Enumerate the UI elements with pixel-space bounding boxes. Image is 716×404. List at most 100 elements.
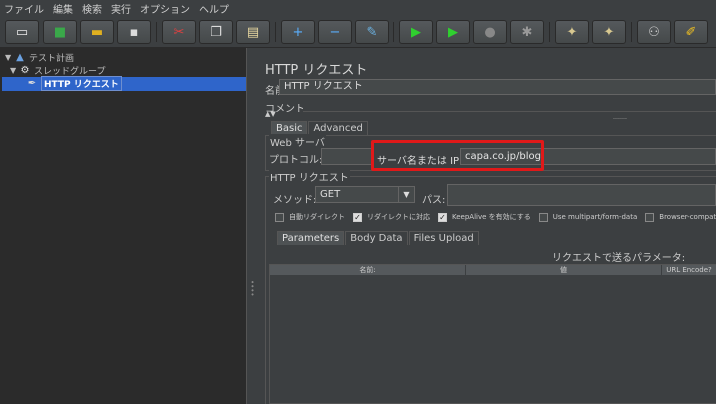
http-request-legend: HTTP リクエスト <box>269 169 350 184</box>
annotation-highlight-box <box>371 140 544 171</box>
paste-button[interactable]: ▤ <box>236 20 270 44</box>
copy-button[interactable]: ❐ <box>199 20 233 44</box>
save-icon: ▪ <box>129 24 139 40</box>
toggle-button[interactable]: ✎ <box>355 20 389 44</box>
tree-toggle-icon[interactable]: ▼ <box>5 53 14 62</box>
copy-icon: ❐ <box>210 24 222 40</box>
cut-icon: ✂ <box>173 24 185 40</box>
reset-search-button[interactable]: ✐ <box>674 20 708 44</box>
method-select[interactable]: GET ▼ <box>315 186 415 203</box>
test-plan-icon: ▲ <box>16 52 24 63</box>
option-checkbox[interactable]: Use multipart/form-data <box>538 212 638 222</box>
search-icon: ⚇ <box>648 24 660 40</box>
option-checkbox[interactable]: ✓ KeepAlive を有効にする <box>438 212 531 222</box>
path-label: パス: <box>422 195 446 206</box>
reset-search-icon: ✐ <box>685 24 697 40</box>
collapse-button[interactable]: − <box>318 20 352 44</box>
option-checkbox[interactable]: Browser-compat <box>645 212 716 222</box>
menu-search[interactable]: 検索 <box>82 1 102 16</box>
table-header: 名前: 値 URL Encode? <box>270 265 716 275</box>
tree-item-http-request[interactable]: ✒ HTTP リクエスト <box>26 76 122 91</box>
toolbar-separator <box>549 22 550 42</box>
save-button[interactable]: ▪ <box>117 20 151 44</box>
checkbox-box[interactable] <box>538 212 548 222</box>
name-input[interactable]: HTTP リクエスト <box>279 79 716 95</box>
tree-toggle-icon[interactable]: ▼ <box>10 66 19 75</box>
menu-file[interactable]: ファイル <box>4 1 44 16</box>
test-plan-tree: ▼ ▲ テスト計画 ▼ ⚙ スレッドグループ <box>0 48 247 404</box>
open-icon: ▬ <box>90 24 104 40</box>
checkmark-icon[interactable]: ✓ <box>353 212 362 222</box>
split-pane-divider[interactable]: •••• <box>247 48 256 404</box>
clear-all-button[interactable]: ✦ <box>592 20 626 44</box>
clear-all-icon: ✦ <box>603 24 615 40</box>
menu-bar: ファイル 編集 検索 実行 オプション ヘルプ <box>0 0 716 16</box>
open-button[interactable]: ▬ <box>80 20 114 44</box>
expand-button[interactable]: + <box>281 20 315 44</box>
collapse-icon: − <box>329 24 341 40</box>
panel-title: HTTP リクエスト <box>265 63 368 78</box>
start-no-pause-icon: ▶ <box>448 24 458 40</box>
web-server-legend: Web サーバ <box>269 134 326 149</box>
tab-advanced[interactable]: Advanced <box>308 121 368 135</box>
column-header-name[interactable]: 名前: <box>270 265 466 275</box>
tab-body-data[interactable]: Body Data <box>345 231 408 245</box>
tree-item-test-plan[interactable]: ▼ ▲ テスト計画 <box>5 51 74 64</box>
checkbox-box[interactable] <box>645 212 655 222</box>
search-button[interactable]: ⚇ <box>637 20 671 44</box>
comment-input[interactable] <box>303 98 716 112</box>
stop-icon: ● <box>484 24 496 40</box>
checkbox-label: リダイレクトに対応 <box>367 213 430 221</box>
option-checkbox[interactable]: 自動リダイレクト <box>275 212 345 222</box>
protocol-label: プロトコル: <box>269 155 323 166</box>
method-value: GET <box>320 189 341 200</box>
pipette-icon: ✒ <box>27 78 37 89</box>
toolbar: ▭ ■ ▬ ▪ ✂ ❐ ▤ + − ✎ ▶ ▶ ● ✱ ✦ ✦ ⚇ ✐ <box>0 16 716 48</box>
toggle-icon: ✎ <box>366 24 378 40</box>
protocol-input[interactable] <box>321 148 373 165</box>
chevron-down-icon[interactable]: ▼ <box>398 187 414 202</box>
stop-button[interactable]: ● <box>473 20 507 44</box>
tab-files-upload[interactable]: Files Upload <box>408 231 479 245</box>
shutdown-icon: ✱ <box>521 24 533 40</box>
start-no-pause-button[interactable]: ▶ <box>436 20 470 44</box>
tree-item-label: HTTP リクエスト <box>41 76 122 91</box>
checkbox-box[interactable] <box>275 212 284 222</box>
resize-grip-icon[interactable]: ﹏﹏ <box>613 111 627 121</box>
paste-icon: ▤ <box>246 24 260 40</box>
start-icon: ▶ <box>411 24 421 40</box>
method-label: メソッド: <box>273 195 317 206</box>
menu-help[interactable]: ヘルプ <box>199 1 229 16</box>
new-icon: ▭ <box>15 24 29 40</box>
tab-parameters[interactable]: Parameters <box>277 231 345 245</box>
parameters-table[interactable]: 名前: 値 URL Encode? <box>269 264 716 404</box>
toolbar-separator <box>631 22 632 42</box>
column-header-value[interactable]: 値 <box>466 265 662 275</box>
checkbox-label: Browser-compat <box>659 213 716 221</box>
option-checkbox[interactable]: ✓ リダイレクトに対応 <box>353 212 430 222</box>
column-header-url-encode[interactable]: URL Encode? <box>662 265 716 275</box>
options-checkboxes: 自動リダイレクト ✓ リダイレクトに対応 ✓ KeepAlive を有効にする Use m… <box>275 212 716 222</box>
new-button[interactable]: ▭ <box>5 20 39 44</box>
config-tabs: Basic Advanced <box>271 121 369 135</box>
collapse-arrows-icon[interactable]: ▲▼ <box>265 110 276 118</box>
checkbox-label: 自動リダイレクト <box>289 213 345 221</box>
clear-icon: ✦ <box>566 24 578 40</box>
path-input[interactable] <box>447 184 716 206</box>
toolbar-separator <box>156 22 157 42</box>
cut-button[interactable]: ✂ <box>162 20 196 44</box>
checkbox-label: Use multipart/form-data <box>552 213 638 221</box>
toolbar-separator <box>275 22 276 42</box>
menu-edit[interactable]: 編集 <box>53 1 73 16</box>
menu-options[interactable]: オプション <box>140 1 190 16</box>
menu-run[interactable]: 実行 <box>111 1 131 16</box>
request-data-tabs: Parameters Body Data Files Upload <box>277 231 480 245</box>
tree-item-label: テスト計画 <box>29 54 75 64</box>
http-request-panel: HTTP リクエスト 名前: HTTP リクエスト コメント: ▲▼ ﹏﹏ Ba… <box>255 48 716 404</box>
templates-button[interactable]: ■ <box>43 20 77 44</box>
clear-button[interactable]: ✦ <box>555 20 589 44</box>
checkmark-icon[interactable]: ✓ <box>438 212 447 222</box>
shutdown-button[interactable]: ✱ <box>510 20 544 44</box>
start-button[interactable]: ▶ <box>399 20 433 44</box>
tab-basic[interactable]: Basic <box>271 121 308 135</box>
